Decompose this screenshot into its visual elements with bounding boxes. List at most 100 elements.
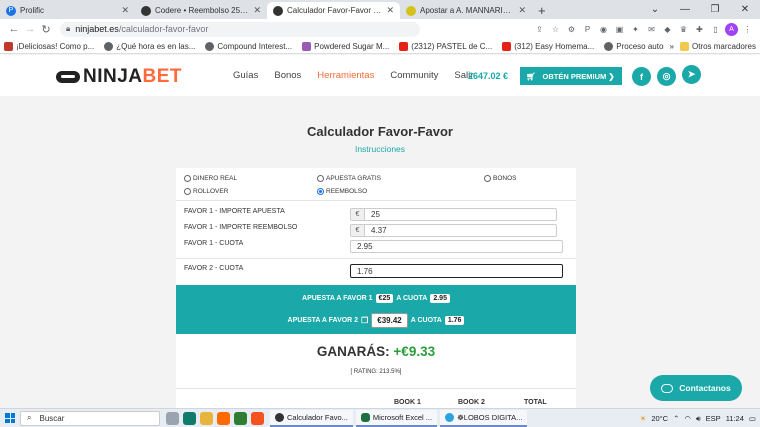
chevron-down-icon[interactable]: ⌄ — [640, 0, 670, 19]
telegram-icon[interactable]: ➤ — [682, 65, 701, 84]
divider — [176, 200, 576, 201]
notification-icon[interactable]: ▭ — [749, 414, 756, 423]
bookmarks-more-button[interactable]: » — [670, 42, 674, 51]
extension-icon[interactable]: ✦ — [629, 23, 642, 36]
option-rollover[interactable]: ROLLOVER — [184, 188, 228, 195]
bookmark-item[interactable]: ¡Deliciosas! Como p... — [4, 41, 94, 51]
contact-button[interactable]: Contactanos — [650, 375, 742, 401]
radio-button[interactable] — [317, 175, 324, 182]
bookmark-icon — [4, 41, 13, 51]
option-apuesta-gratis[interactable]: APUESTA GRATIS — [317, 175, 381, 182]
extension-icon[interactable]: ♛ — [677, 23, 690, 36]
youtube-icon — [399, 41, 409, 51]
explorer-icon[interactable] — [200, 411, 213, 425]
nav-bonos[interactable]: Bonos — [274, 70, 301, 81]
bet2-amount[interactable]: €39.42 — [371, 313, 408, 328]
clock[interactable]: 11:24 — [726, 414, 744, 423]
restore-icon[interactable]: ❐ — [700, 0, 730, 19]
browser-tab-apostar[interactable]: Apostar a A. MANNARINO - L. G. ✕ — [400, 2, 532, 19]
edge-icon[interactable] — [183, 411, 196, 425]
bookmark-item[interactable]: (2312) PASTEL de C... — [399, 41, 492, 51]
copy-icon[interactable]: ❐ — [361, 316, 368, 325]
language-indicator[interactable]: ESP — [706, 414, 721, 423]
wifi-icon[interactable]: ◠ — [684, 414, 691, 423]
bookmark-item[interactable]: ¿Qué hora es en las... — [104, 41, 195, 51]
volume-icon[interactable]: 🔊︎ — [696, 414, 701, 424]
back-icon[interactable]: ← — [6, 23, 22, 35]
prolific-extension-icon[interactable]: P — [581, 23, 594, 36]
cart-icon: 🛒︎ — [526, 71, 536, 81]
puzzle-icon[interactable]: ✚ — [693, 23, 706, 36]
browser-tab-prolific[interactable]: P Prolific ✕ — [0, 2, 135, 19]
globe-icon — [205, 41, 215, 51]
forward-icon[interactable]: → — [22, 23, 38, 35]
sidebar-icon[interactable]: ▯ — [709, 23, 722, 36]
option-dinero-real[interactable]: DINERO REAL — [184, 175, 237, 182]
table-header-book1: BOOK 1 — [394, 399, 421, 406]
reload-icon[interactable]: ↻ — [38, 23, 54, 36]
favor2-odds-input[interactable]: 1.76 — [350, 264, 563, 278]
browser-tab-codere[interactable]: Codere • Reembolso 25% hasta ✕ — [135, 2, 267, 19]
ninjabet-logo[interactable]: NINJA BET — [56, 66, 182, 88]
close-icon[interactable]: ✕ — [253, 5, 261, 16]
close-icon[interactable]: ✕ — [386, 5, 394, 16]
close-icon[interactable]: ✕ — [121, 5, 129, 16]
task-view-icon[interactable] — [166, 411, 179, 425]
other-bookmarks[interactable]: Otros marcadores — [679, 42, 756, 51]
avatar[interactable]: A — [725, 22, 738, 36]
firefox-icon[interactable] — [217, 411, 230, 425]
globe-icon — [604, 41, 614, 51]
instagram-icon[interactable]: ◎ — [657, 67, 676, 86]
bookmark-item[interactable]: (312) Easy Homema... — [502, 41, 594, 51]
table-header-book2: BOOK 2 — [458, 399, 485, 406]
metamask-icon[interactable]: ◆ — [661, 23, 674, 36]
menu-icon[interactable]: ⋮ — [741, 23, 754, 36]
share-icon[interactable]: ⇪ — [533, 23, 546, 36]
favor1-odds-input[interactable]: 2.95 — [350, 240, 563, 253]
weather-temp[interactable]: 20°C — [651, 414, 668, 423]
extension-icon[interactable]: ▣ — [613, 23, 626, 36]
favor1-stake-input[interactable]: €25 — [350, 208, 557, 221]
task-calculador[interactable]: Calculador Favo... — [270, 409, 353, 427]
bookmark-item[interactable]: Powdered Sugar M... — [302, 41, 389, 51]
start-button[interactable] — [0, 413, 20, 423]
nav-guias[interactable]: Guías — [233, 70, 258, 81]
account-balance: 2647.02 € — [468, 71, 509, 81]
facebook-icon[interactable]: f — [632, 67, 651, 86]
radio-button[interactable] — [184, 175, 191, 182]
address-bar[interactable]: 🔒︎ ninjabet.es/calculador-favor-favor — [60, 21, 420, 37]
task-excel[interactable]: Microsoft Excel ... — [355, 409, 438, 427]
browser-toolbar: ← → ↻ 🔒︎ ninjabet.es/calculador-favor-fa… — [0, 19, 760, 39]
close-icon[interactable]: ✕ — [518, 5, 526, 16]
bookmarks-right: » Otros marcadores — [663, 39, 756, 53]
taskbar-search[interactable]: ⌕ Buscar — [20, 410, 160, 426]
instructions-link[interactable]: Instrucciones — [0, 144, 760, 154]
chrome-icon[interactable] — [234, 411, 247, 425]
divider — [176, 388, 576, 389]
nav-community[interactable]: Community — [390, 70, 438, 81]
browser-tab-calculador[interactable]: Calculador Favor-Favor España | ✕ — [267, 2, 400, 19]
close-window-icon[interactable]: ✕ — [730, 0, 760, 19]
radio-button[interactable] — [484, 175, 491, 182]
minimize-icon[interactable]: — — [670, 0, 700, 19]
radio-button-selected[interactable] — [317, 188, 324, 195]
chevron-up-icon[interactable]: ⌃ — [673, 414, 679, 423]
bookmarks-bar: ¡Deliciosas! Como p... ¿Qué hora es en l… — [0, 39, 760, 54]
favor1-refund-input[interactable]: €4.37 — [350, 224, 557, 237]
extension-icon[interactable]: ◉ — [597, 23, 610, 36]
premium-button[interactable]: 🛒︎ OBTÉN PREMIUM ❯ — [520, 67, 622, 85]
extension-icon[interactable]: ✉ — [645, 23, 658, 36]
task-telegram[interactable]: ☸LOBOS DIGITA... — [440, 409, 528, 427]
nav-herramientas[interactable]: Herramientas — [317, 70, 374, 81]
excel-icon — [360, 412, 370, 422]
calculator-panel: DINERO REAL APUESTA GRATIS BONOS ROLLOVE… — [176, 168, 576, 408]
new-tab-button[interactable]: + — [532, 2, 552, 19]
radio-button[interactable] — [184, 188, 191, 195]
office-icon[interactable] — [251, 411, 264, 425]
star-icon[interactable]: ☆ — [549, 23, 562, 36]
extension-icon[interactable]: ⚙ — [565, 23, 578, 36]
field-label: FAVOR 1 - IMPORTE APUESTA — [184, 208, 285, 215]
option-bonos[interactable]: BONOS — [484, 175, 516, 182]
bookmark-item[interactable]: Compound Interest... — [205, 41, 292, 51]
option-reembolso[interactable]: REEMBOLSO — [317, 188, 367, 195]
